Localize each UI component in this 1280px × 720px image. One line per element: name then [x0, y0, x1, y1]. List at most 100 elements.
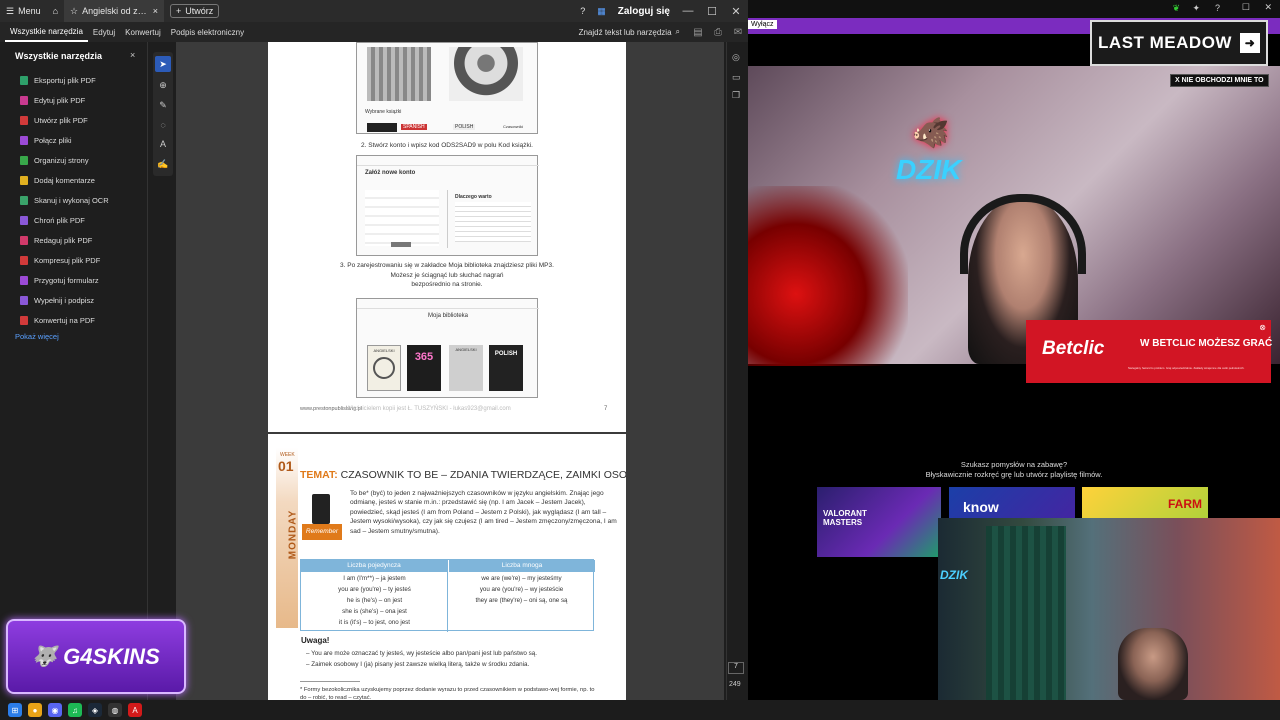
menu-bar: Wszystkie narzędzia Edytuj Konwertuj Pod… — [0, 22, 748, 42]
last-meadow-ad[interactable]: LAST MEADOW ➜ — [1090, 20, 1268, 66]
tool-label: Utwórz plik PDF — [34, 115, 88, 125]
print-icon[interactable]: ⎙ — [708, 27, 728, 38]
tool-icon — [20, 215, 28, 225]
tool-item[interactable]: Organizuj strony — [20, 153, 89, 167]
comment-icon[interactable]: ◎ — [732, 52, 740, 63]
tool-item[interactable]: Redaguj plik PDF — [20, 233, 92, 247]
thumb-valorant[interactable]: VALORANT MASTERS — [817, 487, 941, 557]
tool-icon — [20, 295, 28, 305]
select-cursor-icon[interactable]: ➤ — [155, 56, 171, 72]
tools-panel: Wszystkie narzędzia × Eksportuj plik PDF… — [0, 42, 148, 700]
show-more-link[interactable]: Pokaż więcej — [15, 332, 59, 341]
find-text-button[interactable]: Znajdź tekst lub narzędzia ⌕ — [579, 27, 688, 37]
table-header-plural: Liczba mnoga — [448, 560, 595, 572]
hamburger-icon: ☰ — [6, 5, 15, 16]
maximize-icon[interactable]: ☐ — [1242, 2, 1250, 13]
text-box-icon[interactable]: A — [155, 136, 171, 152]
feather-icon[interactable]: ❦ — [1172, 3, 1180, 14]
star-icon[interactable]: ☆ — [70, 6, 78, 17]
create-label: Utwórz — [185, 6, 214, 16]
curtain — [986, 526, 1066, 700]
betclic-banner[interactable]: Betclic W BETCLIC MOŻESZ GRAĆ ⊗ Nielegal… — [1026, 320, 1272, 383]
close-window-icon[interactable]: ✕ — [1264, 2, 1272, 13]
tool-icon — [20, 175, 28, 185]
heading-prefix: TEMAT: — [300, 469, 338, 481]
tool-item[interactable]: Dodaj komentarze — [20, 173, 95, 187]
puzzle-icon[interactable]: ✦ — [1192, 3, 1200, 14]
lasso-icon[interactable]: ◌ — [155, 117, 171, 133]
minimize-icon[interactable]: — — [676, 5, 700, 17]
help-icon[interactable]: ? — [574, 0, 591, 22]
menu-button[interactable]: ☰ Menu — [0, 0, 47, 22]
document-viewport[interactable]: Wybrane książki SPANISH POLISH Czasownik… — [176, 42, 724, 700]
screenshot-register: Załóż nowe konto Dlaczego warto — [356, 155, 539, 256]
tool-item[interactable]: Skanuj i wykonaj OCR — [20, 193, 109, 207]
menu-convert[interactable]: Konwertuj — [120, 22, 166, 42]
close-window-icon[interactable]: ✕ — [724, 5, 748, 18]
tool-label: Konwertuj na PDF — [34, 315, 95, 325]
signin-button[interactable]: Zaloguj się — [612, 0, 676, 22]
menu-all-tools[interactable]: Wszystkie narzędzia — [5, 22, 88, 42]
right-rail: ◎ ▭ ❐ — [726, 42, 748, 700]
home-button[interactable]: ⌂ — [47, 0, 64, 22]
spotify-icon[interactable]: ♫ — [68, 703, 82, 717]
tool-icon — [20, 95, 28, 105]
note-title: Uwaga! — [301, 636, 330, 645]
tool-item[interactable]: Kompresuj plik PDF — [20, 253, 100, 267]
obs-icon[interactable]: ◍ — [108, 703, 122, 717]
thumbnails-icon[interactable]: ▭ — [732, 72, 741, 83]
document-tab[interactable]: ☆ Angielski od zera w ... × — [64, 0, 165, 22]
chrome-icon[interactable]: ● — [28, 703, 42, 717]
heading-text: CZASOWNIK TO BE – ZDANIA TWIERDZĄCE, ZAI… — [340, 469, 626, 481]
betclic-fineprint: Nielegalny hazard to problem. Graj odpow… — [1128, 367, 1245, 370]
close-icon[interactable]: ⊗ — [1259, 323, 1266, 332]
tool-icon — [20, 155, 28, 165]
acrobat-icon[interactable]: A — [128, 703, 142, 717]
table-cell: he is (he's) – on jest — [346, 597, 403, 604]
tool-icon — [20, 135, 28, 145]
cover-label: ANGIELSKI — [455, 347, 477, 352]
current-page-input[interactable]: 7 — [728, 662, 744, 674]
photo-shelves — [367, 47, 431, 101]
shot-why-title: Dlaczego warto — [455, 194, 492, 200]
tool-item[interactable]: Chroń plik PDF — [20, 213, 85, 227]
disable-button[interactable]: Wyłącz — [748, 20, 777, 29]
note-text: Zaimek osobowy I (ja) pisany jest zawsze… — [311, 661, 530, 668]
betclic-logo: Betclic — [1042, 338, 1105, 359]
tool-item[interactable]: Połącz pliki — [20, 133, 72, 147]
mail-icon[interactable]: ✉ — [728, 27, 748, 38]
document-tab-title: Angielski od zera w ... — [82, 6, 149, 16]
neon-sign: DZIK — [896, 154, 962, 185]
close-panel-icon[interactable]: × — [130, 50, 135, 60]
shot-header — [357, 156, 539, 166]
maximize-icon[interactable]: ☐ — [700, 5, 724, 18]
zoom-icon[interactable]: ⊕ — [155, 77, 171, 93]
tool-item[interactable]: Wypełnij i podpisz — [20, 293, 94, 307]
menu-esign[interactable]: Podpis elektroniczny — [166, 22, 249, 42]
shot-label: Wybrane książki — [365, 109, 402, 115]
tool-item[interactable]: Eksportuj plik PDF — [20, 73, 96, 87]
discord-icon[interactable]: ◉ — [48, 703, 62, 717]
tool-icon — [20, 115, 28, 125]
tool-label: Chroń plik PDF — [34, 215, 85, 225]
close-tab-icon[interactable]: × — [153, 6, 158, 16]
signature-icon[interactable]: ✍ — [155, 156, 171, 172]
save-icon[interactable]: ▤ — [688, 27, 708, 38]
step-3-line2: Możesz je ściągnąć lub słuchać nagrań — [390, 272, 504, 279]
steam-icon[interactable]: ◈ — [88, 703, 102, 717]
pencil-icon[interactable]: ✎ — [155, 97, 171, 113]
help-icon[interactable]: ? — [1215, 3, 1220, 13]
tool-item[interactable]: Edytuj plik PDF — [20, 93, 85, 107]
tool-item[interactable]: Konwertuj na PDF — [20, 313, 95, 327]
why-text — [455, 202, 531, 242]
tool-item[interactable]: Utwórz plik PDF — [20, 113, 88, 127]
windows-start-icon[interactable]: ⊞ — [8, 703, 22, 717]
tool-icon — [20, 255, 28, 265]
menu-edit[interactable]: Edytuj — [88, 22, 120, 42]
copy-icon[interactable]: ❐ — [732, 90, 740, 101]
tool-item[interactable]: Przygotuj formularz — [20, 273, 99, 287]
apps-grid-icon[interactable]: ▦ — [591, 0, 612, 22]
create-button[interactable]: + Utwórz — [170, 4, 220, 18]
webcam-second: DZIK — [938, 518, 1280, 700]
dismiss-ad-button[interactable]: X NIE OBCHODZI MNIE TO — [1170, 74, 1269, 87]
